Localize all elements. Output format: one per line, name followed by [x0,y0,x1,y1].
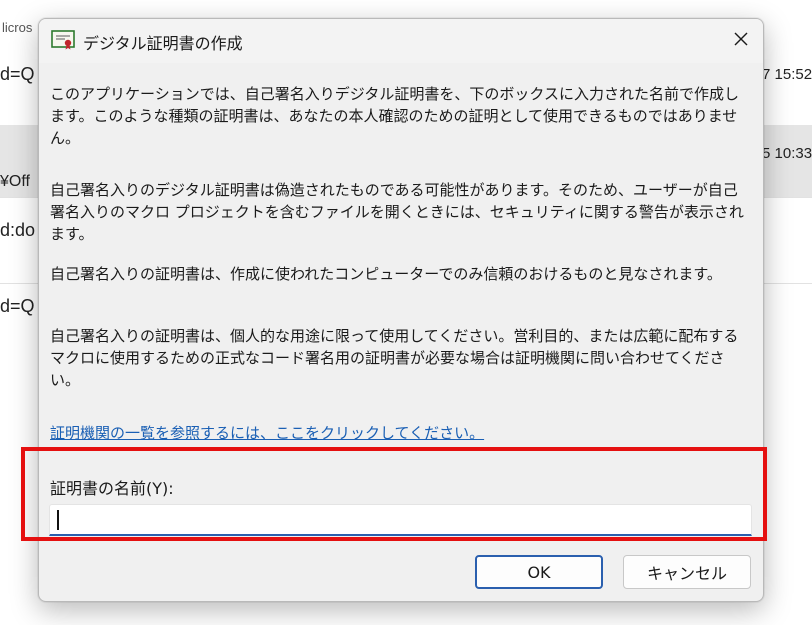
certificate-name-input[interactable] [49,504,752,536]
create-certificate-dialog: デジタル証明書の作成 このアプリケーションでは、自己署名入りデジタル証明書を、下… [38,18,764,602]
dialog-titlebar: デジタル証明書の作成 [39,19,763,63]
certificate-name-label: 証明書の名前(Y): [50,479,174,498]
certificate-icon [51,30,75,50]
background-text: d=Q [0,64,35,84]
close-button[interactable] [719,19,763,59]
cancel-button[interactable]: キャンセル [623,555,751,589]
background-text: d=Q [0,296,35,316]
close-icon [734,32,748,46]
background-time: 5 10:33 [762,145,812,162]
dialog-title: デジタル証明書の作成 [83,34,243,53]
background-time: 7 15:52 [762,66,812,83]
trust-paragraph: 自己署名入りの証明書は、作成に使われたコンピューターでのみ信頼のおけるものと見な… [50,265,722,283]
background-text: licros [2,20,33,35]
text-caret [57,510,59,530]
background-text: d:do [0,220,36,240]
warning-paragraph: 自己署名入りのデジタル証明書は偽造されたものである可能性があります。そのため、ユ… [50,181,744,243]
ok-button[interactable]: OK [475,555,603,589]
background-text: ¥Off [0,173,30,190]
certificate-authority-link[interactable]: 証明機関の一覧を参照するには、ここをクリックしてください。 [50,422,484,443]
usage-paragraph: 自己署名入りの証明書は、個人的な用途に限って使用してください。営利目的、または広… [50,327,739,389]
description-paragraph: このアプリケーションでは、自己署名入りデジタル証明書を、下のボックスに入力された… [50,85,739,147]
